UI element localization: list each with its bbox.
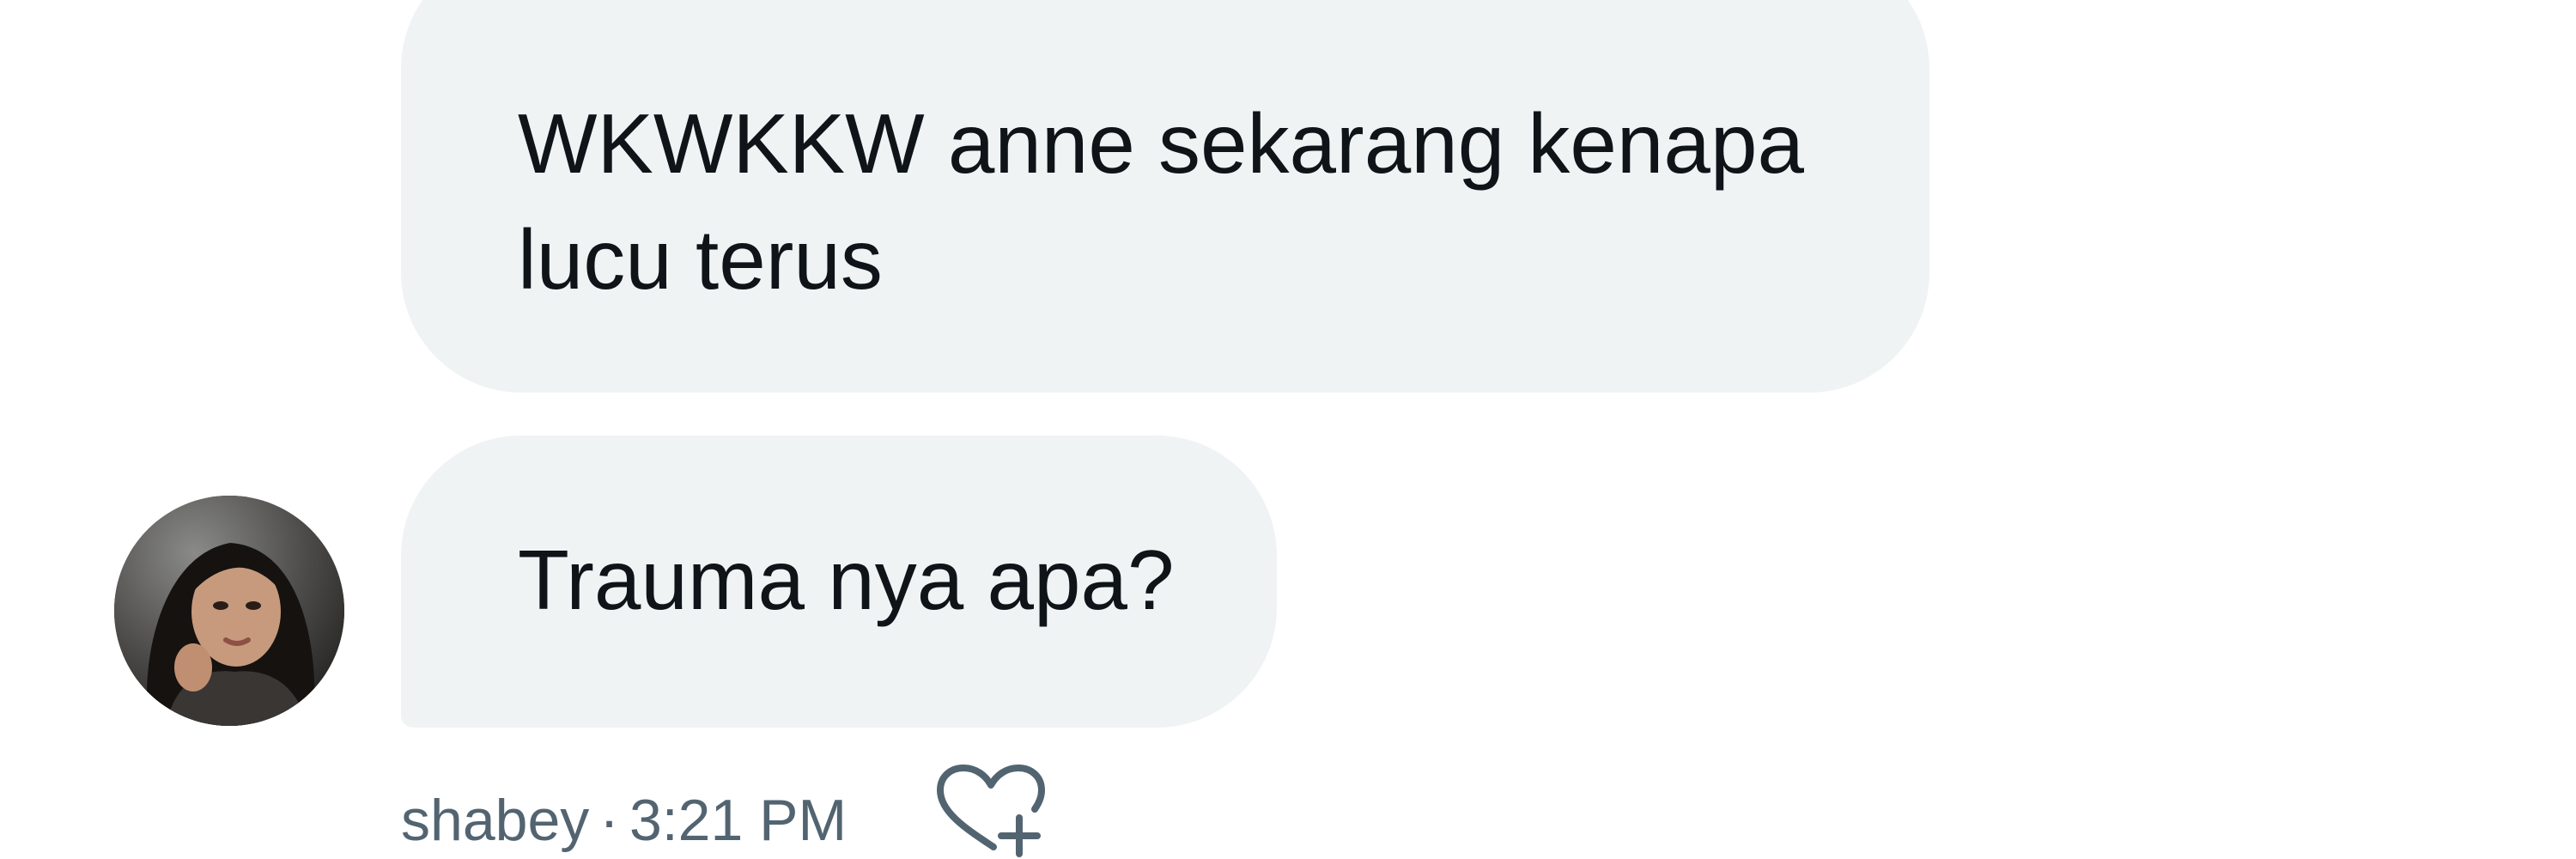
heart-plus-icon <box>937 765 1045 857</box>
message-bubble[interactable]: WKWKKW anne sekarang kenapa lucu terus <box>401 0 1929 393</box>
avatar[interactable] <box>114 496 344 726</box>
sender-name[interactable]: shabey <box>401 787 589 854</box>
meta-separator: · <box>599 788 619 853</box>
message-meta: shabey · 3:21 PM <box>401 777 847 859</box>
message-text: Trauma nya apa? <box>518 533 1175 627</box>
avatar-image <box>114 496 344 726</box>
add-reaction-button[interactable] <box>933 763 1048 859</box>
message-bubble[interactable]: Trauma nya apa? <box>401 436 1277 728</box>
message-timestamp: 3:21 PM <box>629 788 848 853</box>
dm-conversation: WKWKKW anne sekarang kenapa lucu terus T… <box>0 0 2576 859</box>
message-text: WKWKKW anne sekarang kenapa lucu terus <box>518 96 1804 307</box>
